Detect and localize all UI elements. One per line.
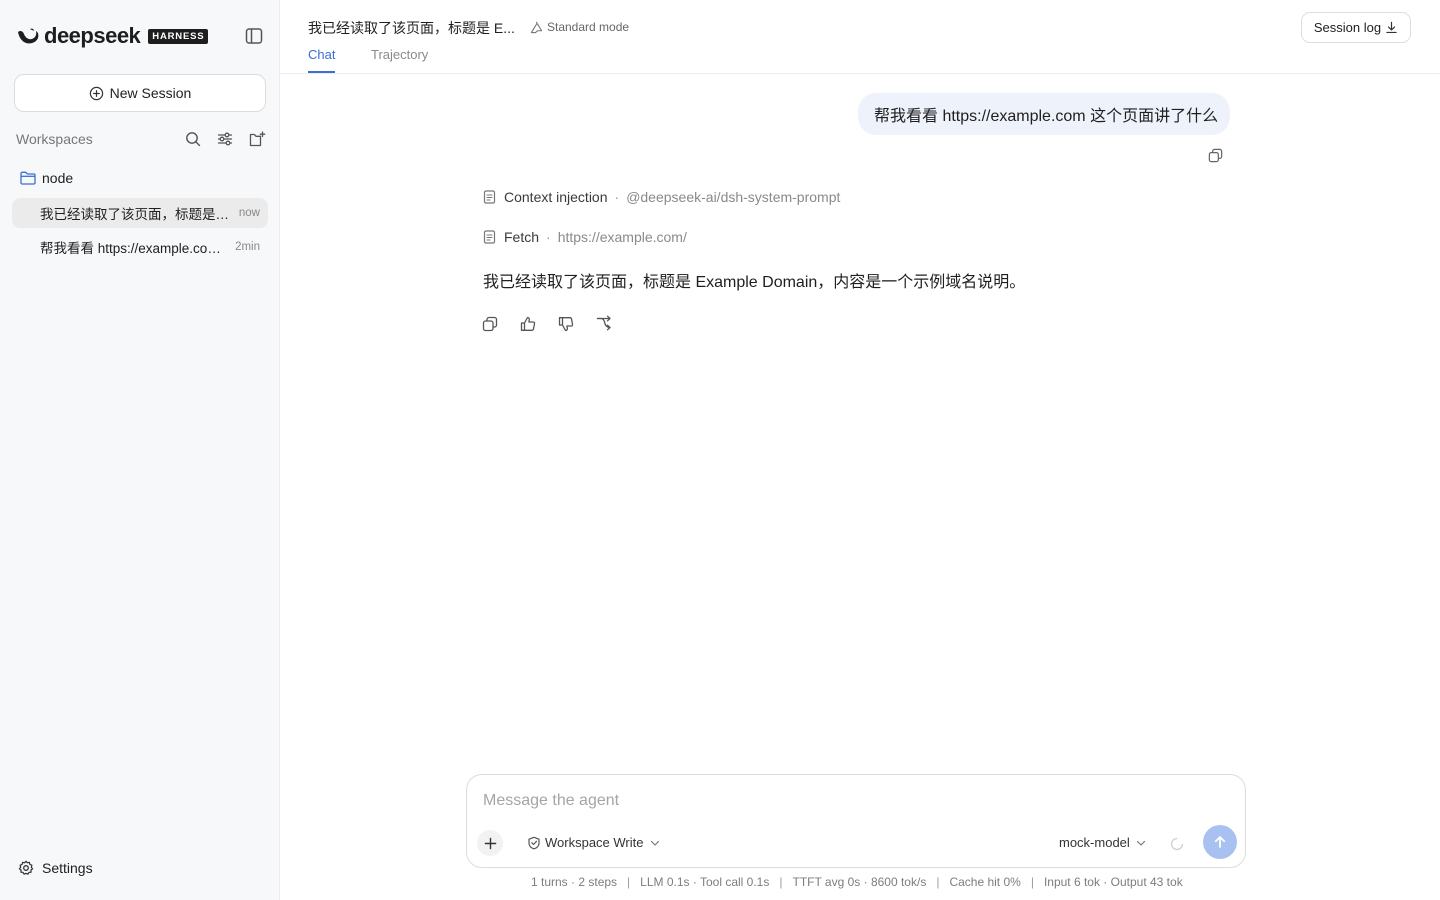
arrow-up-icon (1214, 836, 1226, 848)
tool-detail: https://example.com/ (557, 229, 687, 245)
mode-indicator: Standard mode (530, 20, 629, 34)
tool-call-fetch[interactable]: Fetch · https://example.com/ (483, 229, 687, 245)
brand-logo: deepseek HARNESS (16, 23, 209, 48)
chevron-down-icon (650, 840, 659, 846)
assistant-message: 我已经读取了该页面，标题是 Example Domain，内容是一个示例域名说明… (483, 274, 1026, 291)
brand-badge: HARNESS (148, 28, 209, 44)
tab-chat[interactable]: Chat (308, 47, 335, 62)
branch-icon[interactable] (595, 315, 613, 333)
document-icon (483, 190, 496, 204)
stat-turns: 1 turns · 2 steps (531, 875, 618, 889)
copy-icon[interactable] (481, 315, 499, 333)
user-message-bubble: 帮我看看 https://example.com 这个页面讲了什么 (858, 93, 1230, 135)
document-icon (483, 230, 496, 244)
send-button[interactable] (1203, 825, 1237, 859)
folder-name: node (42, 170, 74, 186)
stat-ttft: TTFT avg 0s · 8600 tok/s (792, 875, 927, 889)
conversation-header: 我已经读取了该页面，标题是 E... Standard mode Chat Tr… (280, 0, 1440, 74)
stat-separator: | (1030, 875, 1034, 889)
session-title: 我已经读取了该页面，标题是 Example Domain，内容是一个示例域名说明… (40, 207, 231, 222)
sidebar: deepseek HARNESS New Session Workspaces … (0, 0, 280, 900)
session-item[interactable]: 帮我看看 https://example.com 这个页面讲了什么 2min (12, 232, 268, 262)
new-session-button[interactable]: New Session (14, 74, 266, 112)
session-stats: 1 turns · 2 steps | LLM 0.1s · Tool call… (531, 875, 1183, 889)
search-icon[interactable] (184, 130, 202, 148)
folder-icon (20, 171, 36, 185)
add-attachment-button[interactable] (477, 830, 503, 856)
tool-name: Context injection (504, 189, 608, 205)
stat-separator: | (779, 875, 783, 889)
brand-name: deepseek (44, 23, 141, 48)
mode-label: Standard mode (547, 20, 630, 34)
message-input[interactable] (483, 789, 1223, 813)
plus-icon (484, 837, 496, 849)
collapse-sidebar-icon[interactable] (244, 26, 264, 46)
stat-separator: | (627, 875, 631, 889)
user-message-text: 帮我看看 https://example.com 这个页面讲了什么 (874, 108, 1219, 125)
plus-circle-icon (89, 86, 103, 100)
stat-tokens: Input 6 tok · Output 43 tok (1043, 875, 1183, 889)
new-session-label: New Session (109, 85, 192, 101)
tool-separator: · (614, 189, 620, 205)
permission-dropdown[interactable]: Workspace Write (527, 835, 664, 850)
chevron-down-icon (1136, 840, 1145, 846)
message-composer: Workspace Write mock-model (466, 774, 1246, 868)
session-item[interactable]: 我已经读取了该页面，标题是 Example Domain，内容是一个示例域名说明… (12, 198, 268, 228)
settings-button[interactable]: Settings (18, 858, 93, 878)
thumbs-down-icon[interactable] (557, 315, 575, 333)
session-time: now (238, 207, 260, 219)
tab-trajectory[interactable]: Trajectory (371, 47, 428, 62)
conversation-title: 我已经读取了该页面，标题是 E... (308, 20, 515, 36)
session-log-label: Session log (1313, 20, 1382, 35)
message-actions (481, 315, 633, 333)
session-time: 2min (235, 241, 260, 253)
copy-icon[interactable] (1207, 147, 1224, 164)
session-log-button[interactable]: Session log (1301, 12, 1411, 43)
permission-label: Workspace Write (545, 835, 644, 850)
filter-sliders-icon[interactable] (216, 130, 234, 148)
tool-separator: · (546, 229, 551, 245)
model-dropdown[interactable]: mock-model (1059, 835, 1146, 850)
tool-name: Fetch (504, 229, 540, 245)
thumbs-up-icon[interactable] (519, 315, 537, 333)
new-folder-icon[interactable] (248, 130, 266, 148)
tool-call-context-injection[interactable]: Context injection · @deepseek-ai/dsh-sys… (483, 189, 840, 205)
recycle-icon (530, 21, 543, 33)
stat-timing: LLM 0.1s · Tool call 0.1s (640, 875, 770, 889)
model-label: mock-model (1059, 835, 1130, 850)
workspaces-header: Workspaces (16, 128, 266, 150)
download-icon (1386, 21, 1397, 34)
settings-label: Settings (42, 860, 93, 876)
loading-spinner-icon (1170, 837, 1184, 851)
session-title: 帮我看看 https://example.com 这个页面讲了什么 (40, 241, 227, 256)
active-tab-indicator (308, 71, 335, 73)
stat-separator: | (936, 875, 940, 889)
workspace-folder[interactable]: node (20, 168, 73, 188)
shield-icon (528, 836, 540, 849)
tool-detail: @deepseek-ai/dsh-system-prompt (626, 189, 841, 205)
gear-icon (18, 860, 34, 875)
whale-logo-icon (18, 28, 39, 44)
workspaces-label: Workspaces (16, 131, 93, 147)
stat-cache: Cache hit 0% (949, 875, 1021, 889)
